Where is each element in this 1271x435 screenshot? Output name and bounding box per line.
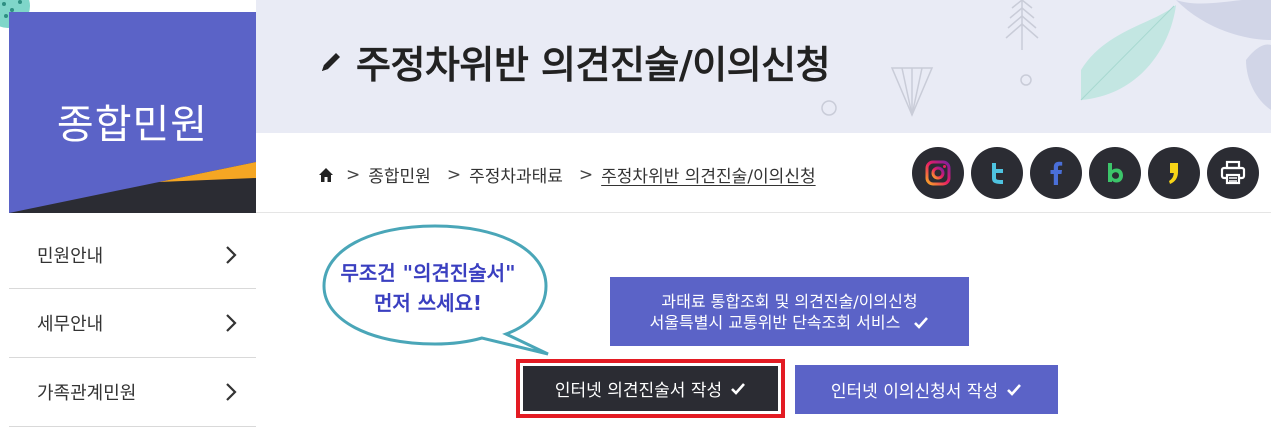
write-opinion-label: 인터넷 의견진술서 작성: [554, 381, 723, 401]
section-title: 종합민원: [56, 102, 209, 148]
side-menu-label: 민원안내: [37, 245, 104, 267]
facebook-button[interactable]: [1030, 147, 1082, 199]
write-opinion-statement-button[interactable]: 인터넷 의견진술서 작성: [523, 366, 778, 411]
fine-lookup-line-1: 과태료 통합조회 및 의견진술/이의신청: [661, 291, 918, 311]
print-button[interactable]: [1207, 147, 1259, 199]
fine-lookup-service-button[interactable]: 과태료 통합조회 및 의견진술/이의신청 서울특별시 교통위반 단속조회 서비스: [610, 277, 969, 346]
annotation-text: 무조건 "의견진술서" 먼저 쓰세요!: [318, 258, 538, 318]
highlight-frame: 인터넷 의견진술서 작성: [516, 359, 785, 418]
pencil-icon: [322, 52, 340, 71]
breadcrumb: > 종합민원 > 주정차과태료 > 주정차위반 의견진술/이의신청: [318, 162, 832, 187]
check-icon: [731, 382, 746, 395]
write-objection-button[interactable]: 인터넷 이의신청서 작성: [795, 365, 1058, 414]
check-icon: [1007, 383, 1022, 396]
facebook-icon: [1050, 161, 1063, 185]
fine-lookup-line-2-wrap: 서울특별시 교통위반 단속조회 서비스: [650, 312, 930, 333]
breadcrumb-divider: [256, 212, 1271, 213]
twitter-button[interactable]: [971, 147, 1023, 199]
social-share-bar: [912, 147, 1259, 199]
chevron-right-icon: [226, 383, 237, 401]
breadcrumb-item-civil[interactable]: 종합민원: [368, 162, 431, 187]
breadcrumb-separator: >: [446, 164, 462, 185]
instagram-button[interactable]: [912, 147, 964, 199]
print-icon: [1220, 160, 1246, 185]
side-menu-item-civil-guide[interactable]: 민원안내: [9, 220, 256, 289]
instagram-icon: [925, 160, 951, 186]
side-menu-label: 세무안내: [37, 314, 104, 335]
band-icon: [1108, 163, 1123, 183]
band-button[interactable]: [1089, 147, 1141, 199]
chevron-right-icon: [226, 245, 237, 264]
write-objection-label: 인터넷 이의신청서 작성: [830, 382, 999, 402]
kakaostory-icon: [1169, 163, 1178, 184]
breadcrumb-separator: >: [578, 164, 594, 185]
kakaostory-button[interactable]: [1148, 147, 1200, 199]
fine-lookup-line-2: 서울특별시 교통위반 단속조회 서비스: [649, 312, 901, 332]
twitter-icon: [992, 163, 1003, 184]
page-title: 주정차위반 의견진술/이의신청: [356, 43, 831, 87]
chevron-right-icon: [226, 314, 237, 332]
section-title-box: 종합민원: [9, 12, 256, 213]
breadcrumb-separator: >: [346, 164, 361, 185]
side-menu-label: 가족관계민원: [37, 383, 137, 404]
side-menu-item-family-relations[interactable]: 가족관계민원: [9, 358, 256, 427]
breadcrumb-item-parking-fine[interactable]: 주정차과태료: [469, 162, 563, 187]
side-menu: 민원안내 세무안내 가족관계민원: [9, 220, 256, 427]
side-menu-item-tax-guide[interactable]: 세무안내: [9, 289, 256, 358]
home-icon[interactable]: [318, 167, 334, 183]
annotation-line-1: 무조건 "의견진술서": [340, 261, 516, 285]
page-title-block: 주정차위반 의견진술/이의신청: [318, 34, 831, 89]
check-icon: [914, 317, 929, 329]
annotation-line-2: 먼저 쓰세요!: [373, 291, 483, 315]
breadcrumb-item-current[interactable]: 주정차위반 의견진술/이의신청: [601, 162, 815, 187]
